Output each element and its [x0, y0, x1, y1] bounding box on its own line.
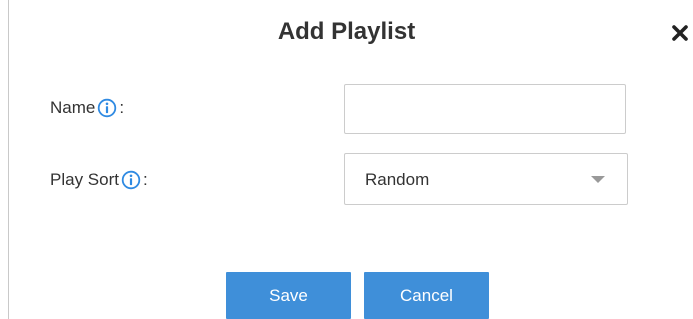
play-sort-field-label: Play Sort : [50, 169, 148, 191]
dialog-border [8, 0, 9, 319]
cancel-button[interactable]: Cancel [364, 272, 489, 319]
name-field-label: Name : [50, 97, 124, 119]
name-input[interactable] [344, 84, 626, 134]
close-icon[interactable] [669, 22, 691, 44]
play-sort-label-text: Play Sort [50, 170, 119, 189]
save-button[interactable]: Save [226, 272, 351, 319]
play-sort-select[interactable]: Random [344, 153, 628, 205]
play-sort-label-colon: : [142, 170, 148, 189]
add-playlist-dialog: Add Playlist Name : Play Sort : Random S… [0, 0, 693, 319]
play-sort-selected-value: Random [365, 170, 430, 189]
dialog-title: Add Playlist [277, 18, 416, 45]
info-icon[interactable] [97, 98, 117, 118]
info-icon[interactable] [121, 170, 141, 190]
name-label-colon: : [119, 98, 125, 117]
name-label-text: Name [50, 98, 96, 117]
chevron-down-icon [591, 176, 605, 183]
